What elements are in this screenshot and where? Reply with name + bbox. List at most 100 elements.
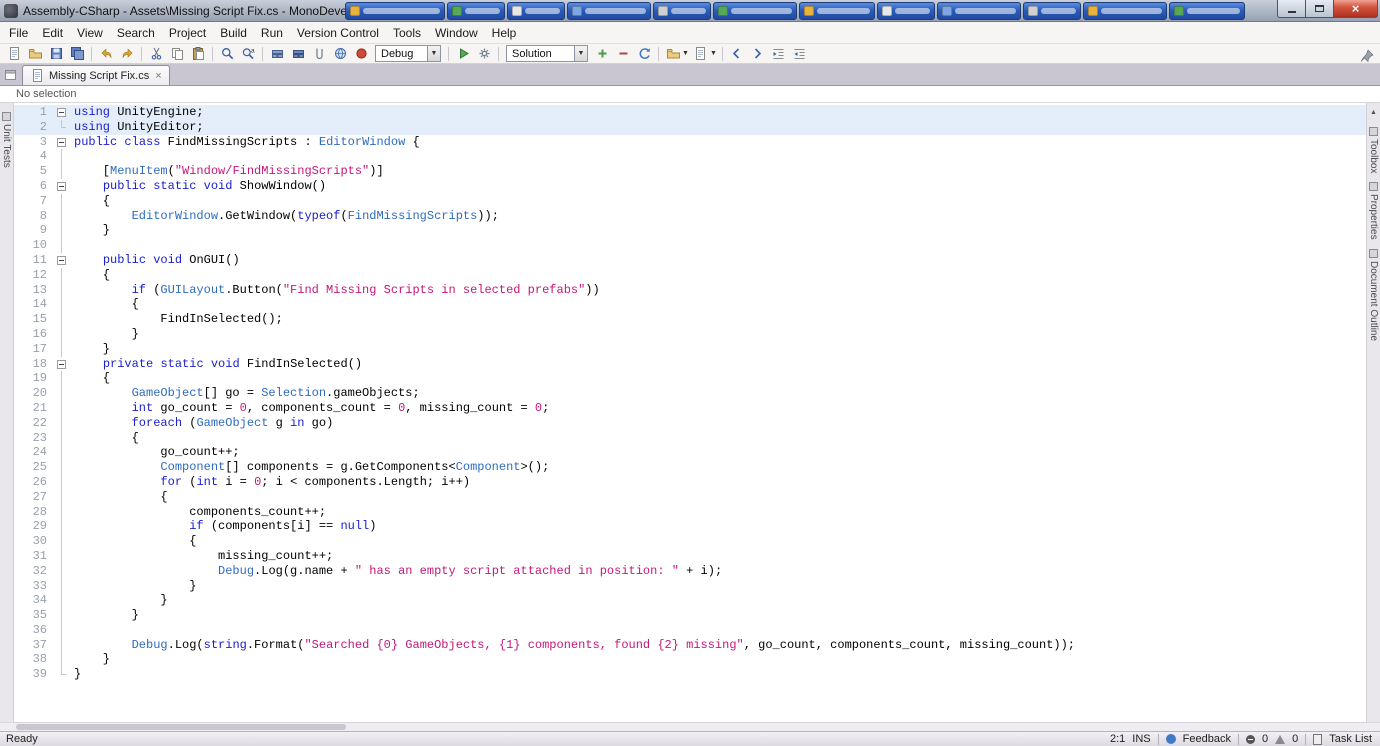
taskbar-button[interactable] bbox=[507, 2, 565, 20]
warning-count-icon[interactable] bbox=[1275, 734, 1286, 744]
code-line[interactable]: 9 } bbox=[14, 223, 1366, 238]
code-line[interactable]: 30 { bbox=[14, 534, 1366, 549]
web-icon[interactable] bbox=[330, 45, 350, 63]
code-line[interactable]: 22 foreach (GameObject g in go) bbox=[14, 415, 1366, 431]
code-line[interactable]: 20 GameObject[] go = Selection.gameObjec… bbox=[14, 386, 1366, 401]
menu-search[interactable]: Search bbox=[110, 24, 162, 42]
feedback-button[interactable]: Feedback bbox=[1183, 733, 1231, 745]
nav-forward-icon[interactable] bbox=[748, 45, 768, 63]
tab-close-icon[interactable]: × bbox=[155, 70, 161, 82]
code-line[interactable]: 3 public class FindMissingScripts : Edito… bbox=[14, 135, 1366, 150]
build-icon[interactable] bbox=[267, 45, 287, 63]
minimize-button[interactable] bbox=[1277, 0, 1306, 18]
code-line[interactable]: 6 public static void ShowWindow() bbox=[14, 179, 1366, 194]
menu-edit[interactable]: Edit bbox=[35, 24, 70, 42]
chevron-down-icon[interactable]: ▼ bbox=[574, 46, 587, 61]
error-count[interactable]: 0 bbox=[1262, 733, 1268, 745]
code-line[interactable]: 2 using UnityEditor; bbox=[14, 119, 1366, 135]
search-replace-icon[interactable]: a bbox=[238, 45, 258, 63]
code-line[interactable]: 36 bbox=[14, 622, 1366, 638]
task-list-button[interactable]: Task List bbox=[1329, 733, 1372, 745]
code-line[interactable]: 4 bbox=[14, 149, 1366, 164]
pin-icon[interactable] bbox=[1357, 46, 1377, 64]
menu-tools[interactable]: Tools bbox=[386, 24, 428, 42]
maximize-button[interactable] bbox=[1306, 0, 1333, 18]
code-line[interactable]: 24 go_count++; bbox=[14, 445, 1366, 460]
code-line[interactable]: 38 } bbox=[14, 652, 1366, 668]
attach-icon[interactable] bbox=[309, 45, 329, 63]
code-line[interactable]: 17 } bbox=[14, 341, 1366, 357]
taskbar-button[interactable] bbox=[653, 2, 711, 20]
stop-icon[interactable] bbox=[351, 45, 371, 63]
indent-icon[interactable] bbox=[769, 45, 789, 63]
fold-collapse-icon[interactable] bbox=[57, 181, 66, 191]
redo-icon[interactable] bbox=[117, 45, 137, 63]
taskbar-button[interactable] bbox=[877, 2, 935, 20]
code-line[interactable]: 5 [MenuItem("Window/FindMissingScripts")… bbox=[14, 164, 1366, 179]
fold-collapse-icon[interactable] bbox=[57, 359, 66, 369]
horizontal-scrollbar-thumb[interactable] bbox=[16, 724, 346, 730]
taskbar-button[interactable] bbox=[567, 2, 651, 20]
dock-tab-properties[interactable]: Properties bbox=[1368, 182, 1379, 240]
code-line[interactable]: 25 Component[] components = g.GetCompone… bbox=[14, 460, 1366, 475]
taskbar-button[interactable] bbox=[1169, 2, 1245, 20]
feedback-icon[interactable] bbox=[1165, 734, 1176, 744]
close-button[interactable]: × bbox=[1333, 0, 1378, 18]
search-icon[interactable] bbox=[217, 45, 237, 63]
taskbar-button[interactable] bbox=[937, 2, 1021, 20]
fold-collapse-icon[interactable] bbox=[57, 255, 66, 265]
open-folder-icon[interactable] bbox=[663, 45, 683, 63]
code-line[interactable]: 35 } bbox=[14, 608, 1366, 623]
code-line[interactable]: 12 { bbox=[14, 267, 1366, 283]
code-line[interactable]: 28 components_count++; bbox=[14, 504, 1366, 520]
code-line[interactable]: 10 bbox=[14, 238, 1366, 253]
menu-view[interactable]: View bbox=[70, 24, 110, 42]
taskbar-button[interactable] bbox=[345, 2, 445, 20]
titlebar[interactable]: Assembly-CSharp - Assets\Missing Script … bbox=[0, 0, 1380, 22]
refresh-icon[interactable] bbox=[634, 45, 654, 63]
code-line[interactable]: 29 if (components[i] == null) bbox=[14, 519, 1366, 534]
code-line[interactable]: 11 public void OnGUI() bbox=[14, 253, 1366, 268]
code-line[interactable]: 39} bbox=[14, 667, 1366, 682]
save-all-icon[interactable] bbox=[67, 45, 87, 63]
build-all-icon[interactable] bbox=[288, 45, 308, 63]
code-line[interactable]: 16 } bbox=[14, 326, 1366, 342]
dock-tab-toolbox[interactable]: Toolbox bbox=[1368, 127, 1379, 173]
taskbar-button[interactable] bbox=[713, 2, 797, 20]
pad-icon[interactable] bbox=[3, 67, 19, 83]
menu-project[interactable]: Project bbox=[162, 24, 213, 42]
code-line[interactable]: 1 using UnityEngine; bbox=[14, 105, 1366, 120]
menu-help[interactable]: Help bbox=[485, 24, 524, 42]
task-list-icon[interactable] bbox=[1313, 733, 1323, 745]
save-icon[interactable] bbox=[46, 45, 66, 63]
add-icon[interactable] bbox=[592, 45, 612, 63]
code-line[interactable]: 32 Debug.Log(g.name + " has an empty scr… bbox=[14, 563, 1366, 579]
code-line[interactable]: 34 } bbox=[14, 593, 1366, 608]
scroll-up-icon[interactable]: ▲ bbox=[1368, 106, 1380, 118]
taskbar-button[interactable] bbox=[799, 2, 875, 20]
horizontal-scrollbar[interactable] bbox=[0, 722, 1380, 731]
dock-tab-unit-tests[interactable]: Unit Tests bbox=[1, 112, 12, 168]
code-line[interactable]: 18 private static void FindInSelected() bbox=[14, 357, 1366, 372]
warning-count[interactable]: 0 bbox=[1292, 733, 1298, 745]
taskbar-button[interactable] bbox=[447, 2, 505, 20]
pathbar[interactable]: No selection bbox=[0, 86, 1380, 103]
code-line[interactable]: 14 { bbox=[14, 297, 1366, 312]
remove-icon[interactable] bbox=[613, 45, 633, 63]
cut-icon[interactable] bbox=[146, 45, 166, 63]
code-line[interactable]: 21 int go_count = 0, components_count = … bbox=[14, 400, 1366, 416]
fold-collapse-icon[interactable] bbox=[57, 108, 66, 117]
menu-build[interactable]: Build bbox=[213, 24, 254, 42]
chevron-down-icon[interactable]: ▼ bbox=[682, 50, 689, 57]
code-line[interactable]: 19 { bbox=[14, 371, 1366, 386]
gear-icon[interactable] bbox=[474, 45, 494, 63]
tab-missing-script-fix[interactable]: Missing Script Fix.cs × bbox=[22, 65, 170, 85]
nav-back-icon[interactable] bbox=[727, 45, 747, 63]
code-line[interactable]: 15 FindInSelected(); bbox=[14, 312, 1366, 327]
code-line[interactable]: 13 if (GUILayout.Button("Find Missing Sc… bbox=[14, 282, 1366, 298]
code-line[interactable]: 27 { bbox=[14, 489, 1366, 505]
debug-configuration-selector[interactable]: Debug ▼ bbox=[375, 45, 441, 62]
copy-icon[interactable] bbox=[167, 45, 187, 63]
code-line[interactable]: 31 missing_count++; bbox=[14, 548, 1366, 564]
open-folder-icon[interactable] bbox=[25, 45, 45, 63]
